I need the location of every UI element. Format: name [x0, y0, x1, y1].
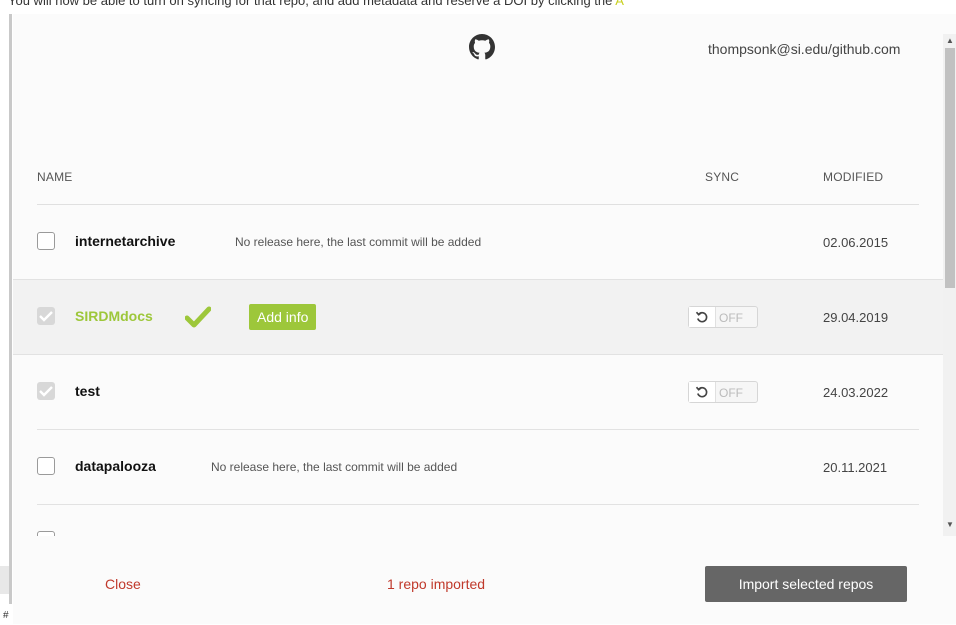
sync-state: OFF [719, 311, 743, 325]
repo-modified-date: 29.04.2019 [823, 310, 889, 325]
checkmark-icon [39, 386, 53, 397]
corner-glyph: # [3, 610, 9, 621]
add-info-button[interactable]: Add info [249, 304, 317, 330]
close-button[interactable]: Close [105, 576, 141, 592]
table-row: test OFF 24.03.2022 [13, 355, 943, 430]
column-header-name: NAME [37, 170, 73, 184]
table-row [13, 505, 943, 536]
sync-state: OFF [719, 386, 743, 400]
repo-name: internetarchive [75, 233, 176, 249]
repo-name: test [75, 383, 100, 399]
scroll-down-arrow-icon[interactable]: ▼ [946, 520, 954, 529]
instruction-text: You will now be able to turn on syncing … [8, 0, 624, 8]
repo-checkbox[interactable] [37, 382, 55, 400]
repo-checkbox[interactable] [37, 232, 55, 250]
checkmark-icon [39, 311, 53, 322]
import-selected-repos-button[interactable]: Import selected repos [705, 566, 907, 602]
reload-icon [695, 386, 708, 398]
account-email: thompsonk@si.edu/github.com [708, 41, 901, 57]
import-repos-modal: thompsonk@si.edu/github.com NAME SYNC MO… [13, 14, 956, 624]
repo-checkbox[interactable] [37, 457, 55, 475]
scroll-up-arrow-icon[interactable]: ▲ [946, 36, 954, 45]
repo-modified-date: 20.11.2021 [823, 460, 888, 475]
modal-footer: Close 1 repo imported Import selected re… [13, 536, 956, 624]
repo-note: No release here, the last commit will be… [211, 460, 458, 474]
repo-name: datapalooza [75, 458, 156, 474]
table-row: SIRDMdocs Add info OFF 29.04.2019 [13, 280, 943, 355]
reload-icon [695, 311, 708, 323]
column-header-sync: SYNC [705, 170, 740, 184]
github-icon [469, 34, 495, 60]
table-row: internetarchive No release here, the las… [13, 205, 943, 280]
import-status: 1 repo imported [387, 576, 486, 592]
scrollbar-thumb[interactable] [945, 48, 955, 288]
table-row: datapalooza No release here, the last co… [13, 430, 943, 505]
repo-modified-date: 24.03.2022 [823, 385, 889, 400]
sync-toggle[interactable]: OFF [688, 306, 758, 328]
left-edge-bar [9, 14, 12, 604]
left-edge-tab [0, 566, 9, 594]
repo-list-area: NAME SYNC MODIFIED internetarchive No re… [13, 84, 943, 536]
imported-check-icon [185, 306, 211, 328]
sync-toggle[interactable]: OFF [688, 381, 758, 403]
column-header-modified: MODIFIED [823, 170, 884, 184]
modal-header: thompsonk@si.edu/github.com [13, 14, 943, 84]
repo-checkbox[interactable] [37, 307, 55, 325]
repo-note: No release here, the last commit will be… [235, 235, 482, 249]
sync-reload-button[interactable] [689, 307, 716, 327]
repo-modified-date: 02.06.2015 [823, 235, 889, 250]
repo-name: SIRDMdocs [75, 308, 153, 324]
sync-reload-button[interactable] [689, 382, 716, 402]
